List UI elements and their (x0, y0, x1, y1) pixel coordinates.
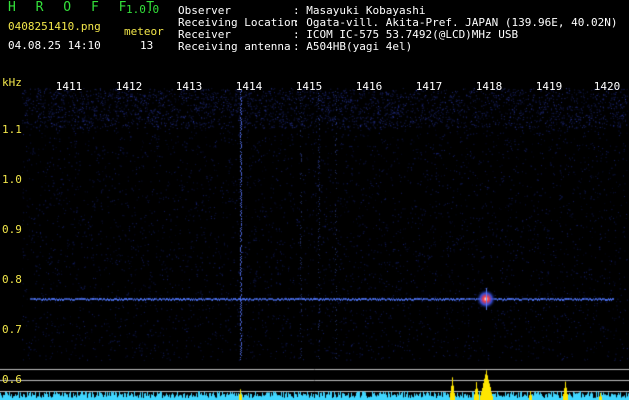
y-tick-label: 1.0 (2, 173, 22, 186)
meteor-label: meteor (124, 25, 164, 38)
spectrogram-canvas (0, 0, 629, 400)
y-tick-label: 0.8 (2, 273, 22, 286)
app-version: 1.0.0 (126, 3, 160, 16)
x-tick-label: 1412 (115, 80, 143, 93)
x-tick-label: 1414 (235, 80, 263, 93)
x-tick-label: 1411 (55, 80, 83, 93)
info-row-antenna: Receiving antenna: A504HB(yagi 4el) (178, 40, 413, 53)
x-tick-label: 1416 (355, 80, 383, 93)
y-tick-label: 0.6 (2, 373, 22, 386)
datetime: 04.08.25 14:10 (8, 39, 101, 52)
x-tick-label: 1420 (593, 80, 621, 93)
meteor-count: 13 (140, 39, 154, 52)
x-axis-unit: kHz (2, 76, 22, 89)
filename: 0408251410.png (8, 20, 101, 33)
x-tick-label: 1419 (535, 80, 563, 93)
x-tick-label: 1413 (175, 80, 203, 93)
y-tick-label: 1.1 (2, 123, 22, 136)
x-tick-label: 1418 (475, 80, 503, 93)
x-tick-label: 1417 (415, 80, 443, 93)
x-tick-label: 1415 (295, 80, 323, 93)
y-tick-label: 0.9 (2, 223, 22, 236)
y-tick-label: 0.7 (2, 323, 22, 336)
